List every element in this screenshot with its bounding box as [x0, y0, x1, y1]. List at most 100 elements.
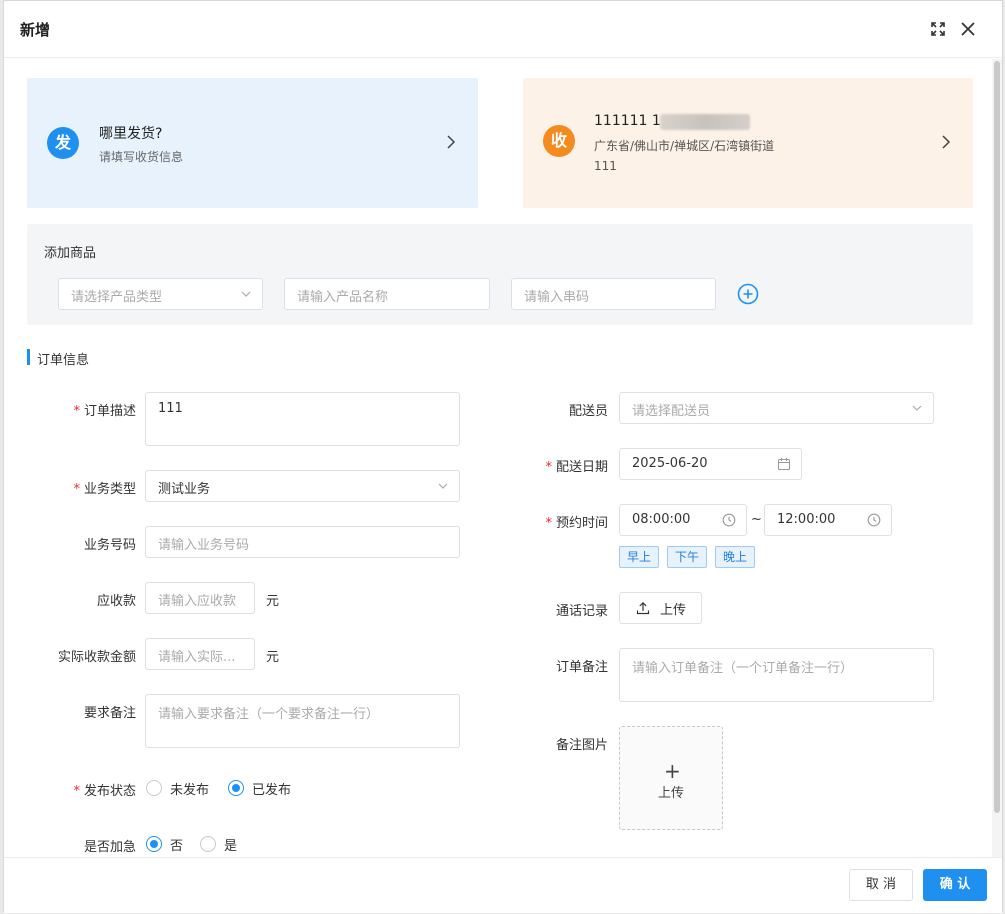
chevron-down-icon — [240, 288, 252, 300]
receivable-unit: 元 — [266, 594, 280, 609]
section-bar — [27, 349, 30, 365]
order-note-placeholder: 请输入订单备注（一个订单备注一行） — [632, 661, 854, 676]
courier-label: 配送员 — [568, 404, 608, 419]
order-note-label: 订单备注 — [555, 660, 608, 675]
receivable-label: 应收款 — [96, 594, 136, 609]
scrollbar[interactable] — [992, 59, 1002, 857]
biz-type-label: * 业务类型 — [73, 482, 136, 497]
preset-afternoon[interactable]: 下午 — [667, 546, 707, 568]
radio-dot — [146, 780, 162, 796]
redacted-phone — [660, 114, 750, 130]
actual-input[interactable]: 请输入实际... — [145, 638, 255, 670]
calendar-icon — [777, 457, 791, 471]
call-upload-label: 上传 — [660, 603, 687, 618]
dialog-header: 新增 — [4, 1, 1002, 58]
start-time-value: 08:00:00 — [632, 512, 691, 527]
radio-urgent-yes[interactable]: 是 — [200, 835, 245, 854]
dialog-footer: 取 消 确 认 — [4, 857, 1002, 913]
publish-label: * 发布状态 — [73, 784, 136, 799]
confirm-button[interactable]: 确 认 — [923, 869, 987, 901]
plus-icon: + — [664, 759, 681, 783]
receiver-card[interactable]: 收 111111 1 广东省/佛山市/禅城区/石湾镇街道 111 — [523, 78, 973, 208]
radio-unpublished[interactable]: 未发布 — [146, 779, 216, 798]
chevron-right-icon[interactable] — [444, 134, 458, 150]
receiver-detail: 111 — [594, 159, 617, 173]
req-note-placeholder: 请输入要求备注（一个要求备注一行） — [158, 707, 380, 722]
receiver-address: 广东省/佛山市/禅城区/石湾镇街道 — [594, 139, 775, 153]
receivable-placeholder: 请输入应收款 — [158, 594, 237, 609]
cancel-button[interactable]: 取 消 — [849, 869, 913, 901]
close-icon[interactable] — [958, 19, 978, 39]
clock-icon — [722, 513, 736, 527]
radio-dot — [200, 836, 216, 852]
receivable-input[interactable]: 请输入应收款 — [145, 582, 255, 614]
add-goods-panel: 添加商品 请选择产品类型 请输入产品名称 请输入串码 — [27, 224, 973, 325]
call-upload-button[interactable]: 上传 — [619, 592, 702, 624]
date-label: * 配送日期 — [545, 460, 608, 475]
date-picker[interactable]: 2025-06-20 — [619, 448, 802, 480]
desc-textarea[interactable]: 111 — [145, 392, 460, 446]
biz-type-value: 测试业务 — [158, 482, 211, 497]
serial-placeholder: 请输入串码 — [524, 290, 590, 305]
radio-label: 是 — [224, 839, 238, 854]
end-time-value: 12:00:00 — [777, 512, 836, 527]
upload-icon — [636, 601, 650, 619]
product-name-placeholder: 请输入产品名称 — [297, 290, 389, 305]
product-type-select[interactable]: 请选择产品类型 — [58, 278, 263, 310]
radio-urgent-no[interactable]: 否 — [146, 835, 191, 854]
chevron-right-icon[interactable] — [939, 134, 953, 150]
fullscreen-icon[interactable] — [928, 19, 948, 39]
biz-no-label: 业务号码 — [83, 538, 136, 553]
urgent-label: 是否加急 — [83, 840, 136, 855]
biz-no-input[interactable]: 请输入业务号码 — [145, 526, 460, 558]
add-dialog: 新增 发 哪里发货? 请填写收货信息 收 111111 1 广东省/佛山市/禅城… — [3, 0, 1003, 913]
actual-placeholder: 请输入实际... — [158, 650, 236, 665]
dialog-title: 新增 — [20, 21, 51, 39]
image-upload-box[interactable]: + 上传 — [619, 726, 723, 830]
radio-dot — [146, 836, 162, 852]
radio-published[interactable]: 已发布 — [228, 779, 298, 798]
chevron-down-icon — [437, 480, 449, 492]
time-separator: ~ — [751, 512, 762, 527]
goods-title: 添加商品 — [44, 246, 97, 261]
dialog-body: 发 哪里发货? 请填写收货信息 收 111111 1 广东省/佛山市/禅城区/石… — [4, 59, 994, 857]
product-type-placeholder: 请选择产品类型 — [71, 290, 163, 305]
biz-no-placeholder: 请输入业务号码 — [158, 538, 250, 553]
product-name-input[interactable]: 请输入产品名称 — [284, 278, 490, 310]
courier-placeholder: 请选择配送员 — [632, 404, 711, 419]
end-time-picker[interactable]: 12:00:00 — [764, 504, 892, 536]
sender-badge: 发 — [47, 127, 79, 159]
time-label: * 预约时间 — [545, 516, 608, 531]
section-title: 订单信息 — [37, 353, 90, 368]
desc-value: 111 — [158, 401, 183, 416]
preset-morning[interactable]: 早上 — [619, 546, 659, 568]
actual-unit: 元 — [266, 650, 280, 665]
serial-input[interactable]: 请输入串码 — [511, 278, 716, 310]
chevron-down-icon — [911, 402, 923, 414]
sender-subtitle: 请填写收货信息 — [99, 150, 184, 164]
courier-select[interactable]: 请选择配送员 — [619, 392, 934, 424]
radio-dot — [228, 780, 244, 796]
add-goods-icon[interactable] — [737, 283, 759, 305]
sender-title: 哪里发货? — [99, 126, 163, 142]
sender-card[interactable]: 发 哪里发货? 请填写收货信息 — [27, 78, 478, 208]
req-note-textarea[interactable]: 请输入要求备注（一个要求备注一行） — [145, 694, 460, 748]
scroll-thumb[interactable] — [994, 61, 1000, 813]
image-label: 备注图片 — [555, 738, 608, 753]
radio-label: 已发布 — [252, 783, 292, 798]
req-note-label: 要求备注 — [83, 706, 136, 721]
desc-label: * 订单描述 — [73, 404, 136, 419]
biz-type-select[interactable]: 测试业务 — [145, 470, 460, 502]
actual-label: 实际收款金额 — [57, 650, 136, 665]
start-time-picker[interactable]: 08:00:00 — [619, 504, 747, 536]
preset-evening[interactable]: 晚上 — [715, 546, 755, 568]
order-note-textarea[interactable]: 请输入订单备注（一个订单备注一行） — [619, 648, 934, 702]
receiver-name: 111111 1 — [594, 113, 661, 129]
receiver-badge: 收 — [543, 125, 575, 157]
clock-icon — [867, 513, 881, 527]
call-label: 通话记录 — [555, 604, 608, 619]
radio-label: 未发布 — [170, 783, 210, 798]
date-value: 2025-06-20 — [632, 456, 708, 471]
image-upload-label: 上传 — [657, 786, 684, 801]
radio-label: 否 — [170, 839, 184, 854]
